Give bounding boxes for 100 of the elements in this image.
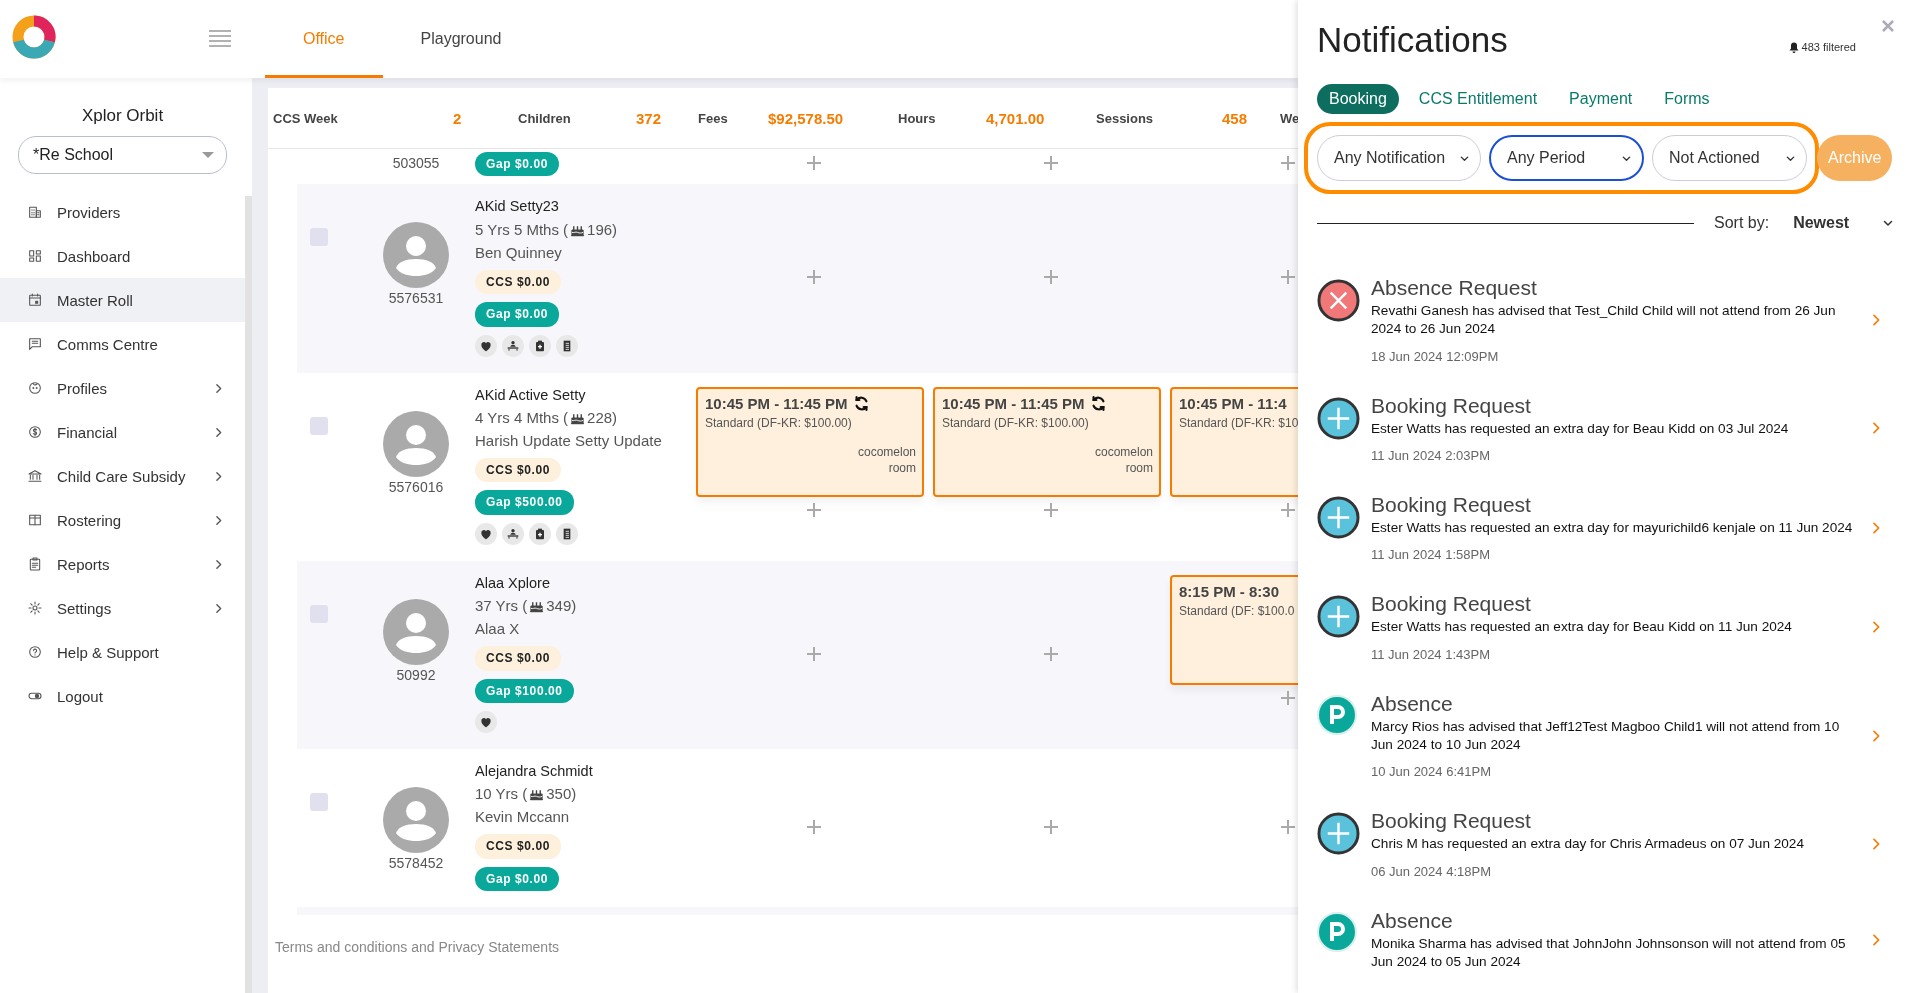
add-booking-icon[interactable] <box>1280 820 1295 834</box>
child-name[interactable]: AKid Active Setty <box>475 386 586 404</box>
bell-icon <box>1788 41 1799 53</box>
document-icon[interactable] <box>556 334 578 357</box>
add-booking-icon[interactable] <box>1043 820 1058 834</box>
sidebar-item[interactable]: Master Roll <box>0 278 245 322</box>
booking-card[interactable]: 8:15 PM - 8:30 Standard (DF: $100.0 <box>1170 574 1298 685</box>
dashboard-icon <box>27 248 43 264</box>
medical-clipboard-icon[interactable] <box>529 522 551 545</box>
notification-time: 11 Jun 2024 1:58PM <box>1371 547 1491 563</box>
person-table-icon[interactable] <box>502 522 524 545</box>
notification-time: 06 Jun 2024 4:18PM <box>1371 863 1492 879</box>
menu-icon[interactable] <box>209 29 231 47</box>
category-tab[interactable]: Forms <box>1652 84 1722 114</box>
add-booking-icon[interactable] <box>1043 502 1058 517</box>
add-booking-icon[interactable] <box>1043 270 1058 285</box>
scrollbar[interactable] <box>245 196 252 993</box>
notification-title: Absence Request <box>1371 276 1538 300</box>
calendar-icon <box>27 292 43 308</box>
add-booking-icon[interactable] <box>806 155 821 170</box>
filtered-count: 483 filtered <box>1801 41 1856 53</box>
face-icon <box>27 380 43 396</box>
p-badge-icon <box>1317 911 1357 952</box>
sidebar-item[interactable]: Reports <box>0 542 245 586</box>
booking-card[interactable]: 10:45 PM - 11:45 PM Standard (DF-KR: $100.00) cocomelon room <box>696 386 924 497</box>
notification-text: Monika Sharma has advised that JohnJohn Johnsonson will not attend from 05 Jun 2024 to 05 Jun 2024 <box>1371 934 1847 972</box>
stat-label: Children <box>518 110 572 126</box>
child-id: 503055 <box>392 155 440 171</box>
booking-room: cocomelon room <box>1093 443 1153 478</box>
sidebar-item[interactable]: Dashboard <box>0 234 245 278</box>
filter-select[interactable]: Any Period <box>1489 135 1644 181</box>
child-age: 5 Yrs 5 Mths ( <box>475 220 569 239</box>
add-booking-icon[interactable] <box>1280 270 1295 285</box>
notification-title: Absence <box>1371 908 1454 933</box>
booking-room: cocomelon room <box>856 443 916 478</box>
sidebar-item[interactable]: Settings <box>0 586 245 630</box>
child-age: 4 Yrs 4 Mths ( <box>475 408 569 427</box>
sidebar-item[interactable]: Comms Centre <box>0 322 245 366</box>
booking-card[interactable]: 10:45 PM - 11:4 Standard (DF-KR: $10 <box>1170 386 1298 497</box>
sort-select[interactable]: Newest <box>1793 214 1882 232</box>
cancel-icon <box>1317 279 1360 322</box>
child-id: 50992 <box>396 666 436 683</box>
sidebar-item[interactable]: Providers <box>0 190 245 234</box>
sidebar-item[interactable]: Logout <box>0 674 245 718</box>
category-tab[interactable]: CCS Entitlement <box>1406 84 1550 114</box>
notification-text: Revathi Ganesh has advised that Test_Child Child will not attend from 26 Jun 2024 to 26 Jun 2024 <box>1371 302 1837 339</box>
add-booking-icon[interactable] <box>806 502 821 517</box>
document-icon[interactable] <box>556 522 578 545</box>
category-tab[interactable]: Payment <box>1557 84 1645 114</box>
sync-icon <box>852 394 870 412</box>
close-icon[interactable] <box>1882 20 1894 32</box>
school-select[interactable]: *Re School <box>18 136 227 174</box>
add-booking-icon[interactable] <box>1280 502 1295 517</box>
avatar <box>383 786 449 853</box>
add-booking-icon[interactable] <box>806 820 821 834</box>
booking-time: 8:15 PM - 8:30 <box>1179 582 1280 600</box>
booking-card[interactable]: 10:45 PM - 11:45 PM Standard (DF-KR: $100.00) cocomelon room <box>933 386 1161 497</box>
ccs-amount-badge: CCS $0.00 <box>475 646 562 671</box>
guardian-name: Ben Quinney <box>475 243 562 262</box>
stat-label: Fees <box>698 110 729 126</box>
notification-time: 10 Jun 2024 6:41PM <box>1371 764 1492 780</box>
sidebar-item[interactable]: Rostering <box>0 498 245 542</box>
medical-clipboard-icon[interactable] <box>529 334 551 357</box>
notification-text: Chris M has requested an extra day for Chris Armadeus on 07 Jun 2024 <box>1371 835 1805 854</box>
add-booking-icon[interactable] <box>1280 155 1295 170</box>
sidebar-item[interactable]: Help & Support <box>0 630 245 674</box>
booking-time: 10:45 PM - 11:4 <box>1179 394 1287 412</box>
child-name[interactable]: AKid Setty23 <box>475 198 559 216</box>
add-booking-icon[interactable] <box>1043 155 1058 170</box>
add-icon <box>1317 396 1360 440</box>
add-booking-icon[interactable] <box>806 646 821 661</box>
nav-tab[interactable]: Playground <box>382 0 540 78</box>
person-table-icon[interactable] <box>502 334 524 357</box>
clipboard-icon <box>27 556 43 572</box>
sidebar-item[interactable]: Child Care Subsidy <box>0 454 245 498</box>
sort-label: Sort by: <box>1714 214 1770 232</box>
notification-text: Ester Watts has requested an extra day for mayurichild6 kenjale on 11 Jun 2024 <box>1371 519 1854 538</box>
sidebar-item[interactable]: Profiles <box>0 366 245 410</box>
avatar <box>383 410 449 477</box>
add-booking-icon[interactable] <box>1280 690 1295 705</box>
child-name[interactable]: Alejandra Schmidt <box>475 762 593 781</box>
booking-rate: Standard (DF: $100.0 <box>1179 603 1296 618</box>
terms-link[interactable]: Terms and conditions and Privacy Statements <box>275 939 1298 956</box>
category-tab[interactable]: Booking <box>1317 84 1399 114</box>
avatar <box>383 222 449 289</box>
sidebar-item[interactable]: Financial <box>0 410 245 454</box>
add-booking-icon[interactable] <box>806 270 821 285</box>
ccs-amount-badge: CCS $0.00 <box>475 269 562 295</box>
stat-label: CCS Week <box>273 110 339 126</box>
table-icon <box>27 512 43 528</box>
child-name[interactable]: Alaa Xplore <box>475 574 550 593</box>
add-booking-icon[interactable] <box>1043 646 1058 661</box>
row-checkbox[interactable] <box>310 792 328 811</box>
row-checkbox[interactable] <box>310 416 328 435</box>
add-icon <box>1317 595 1360 639</box>
building-icon <box>27 204 43 220</box>
notification-text: Ester Watts has requested an extra day for Beau Kidd on 11 Jun 2024 <box>1371 618 1793 637</box>
cake-icon <box>529 787 545 802</box>
stat-label: Hours <box>898 110 937 126</box>
add-icon <box>1317 812 1360 856</box>
